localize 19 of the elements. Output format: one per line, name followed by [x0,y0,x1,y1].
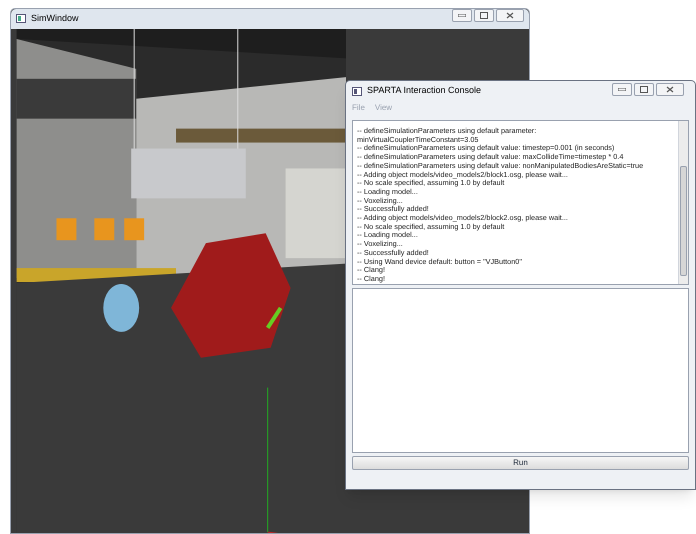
window-title: SPARTA Interaction Console [367,84,482,98]
close-icon [506,12,514,20]
scrollbar[interactable] [678,121,688,284]
window-title: SimWindow [31,12,79,26]
run-button[interactable]: Run [352,456,689,470]
minimize-icon [618,88,626,90]
input-field[interactable] [352,288,689,453]
close-button[interactable] [656,82,684,96]
minimize-button[interactable] [452,9,472,22]
maximize-button[interactable] [474,9,494,22]
close-button[interactable] [496,9,524,22]
maximize-icon [480,12,488,20]
app-icon [16,14,26,24]
close-icon [666,86,674,92]
maximize-icon [640,86,648,92]
app-icon [352,86,362,96]
minimize-icon [458,14,466,18]
minimize-button[interactable] [612,82,632,96]
maximize-button[interactable] [634,82,654,96]
